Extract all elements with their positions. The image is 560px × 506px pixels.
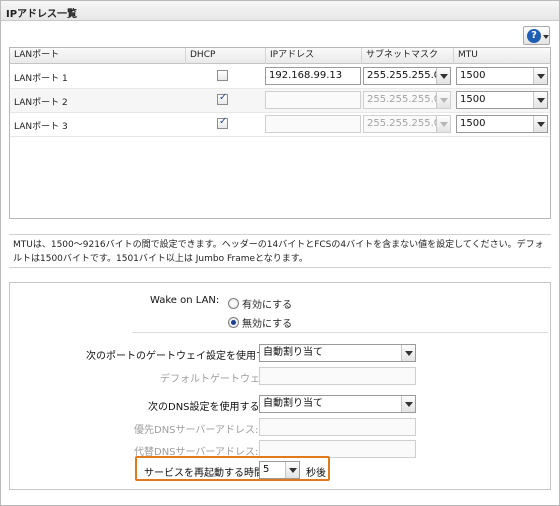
port-name: LANポート 3 [14, 122, 68, 132]
question-icon: ? [527, 29, 541, 43]
mtu-value: 1500 [460, 118, 486, 129]
chevron-down-icon [533, 116, 547, 132]
mtu-select[interactable]: 1500 [456, 67, 548, 85]
mtu-note: MTUは、1500〜9216バイトの間で設定できます。ヘッダーの14バイトとFC… [9, 234, 551, 268]
dns-value: 自動割り当て [263, 398, 323, 409]
column-header-ip: IPアドレス [266, 48, 362, 64]
mtu-select[interactable]: 1500 [456, 115, 548, 133]
chevron-down-icon [436, 116, 450, 132]
default-gateway-label: デフォルトゲートウェイ: [160, 374, 274, 385]
column-header-mtu: MTU [458, 50, 478, 60]
dns-select[interactable]: 自動割り当て [259, 395, 416, 413]
column-header-subnet: サブネットマスク [362, 48, 454, 64]
subnet-select[interactable]: 255.255.255.0 [363, 115, 451, 133]
ip-address-input[interactable] [265, 115, 361, 133]
wol-enable-radio[interactable] [228, 298, 239, 309]
dhcp-checkbox[interactable] [217, 116, 228, 129]
table-row: LANポート 3 255.255.255.0 1500 [10, 113, 550, 137]
table-row: LANポート 1 192.168.99.13 255.255.255.0 150… [10, 65, 550, 89]
panel-title: IPアドレス一覧 [6, 9, 78, 20]
ip-address-input[interactable] [265, 91, 361, 109]
mtu-value: 1500 [460, 94, 486, 105]
chevron-down-icon [543, 35, 549, 39]
subnet-value: 255.255.255.0 [367, 94, 441, 105]
subnet-value: 255.255.255.0 [367, 70, 441, 81]
port-name: LANポート 1 [14, 74, 68, 84]
highlight-box [135, 456, 330, 481]
dhcp-checkbox[interactable] [217, 70, 228, 81]
column-header-dhcp: DHCP [186, 48, 266, 64]
panel-titlebar: IPアドレス一覧 [1, 1, 559, 21]
table-row: LANポート 2 255.255.255.0 1500 [10, 89, 550, 113]
subnet-select[interactable]: 255.255.255.0 [363, 91, 451, 109]
subnet-select[interactable]: 255.255.255.0 [363, 67, 451, 85]
ip-address-input[interactable]: 192.168.99.13 [265, 67, 361, 85]
wol-disable-radio[interactable] [228, 317, 239, 328]
chevron-down-icon [401, 396, 415, 412]
dns-label: 次のDNS設定を使用する: [148, 402, 263, 413]
dhcp-checkbox[interactable] [217, 92, 228, 105]
chevron-down-icon [436, 68, 450, 84]
default-gateway-input[interactable] [259, 367, 416, 385]
divider [132, 332, 548, 333]
chevron-down-icon [436, 92, 450, 108]
chevron-down-icon [533, 68, 547, 84]
chevron-down-icon [533, 92, 547, 108]
subnet-value: 255.255.255.0 [367, 118, 441, 129]
ip-address-panel: IPアドレス一覧 ? LANポート DHCP IPアドレス サブネットマスク M… [0, 0, 560, 506]
primary-dns-label: 優先DNSサーバーアドレス: [134, 425, 259, 436]
wol-enable-label[interactable]: 有効にする [242, 296, 292, 311]
column-header-port: LANポート [10, 48, 186, 64]
primary-dns-input[interactable] [259, 418, 416, 436]
mtu-select[interactable]: 1500 [456, 91, 548, 109]
chevron-down-icon [401, 345, 415, 361]
port-name: LANポート 2 [14, 98, 68, 108]
wol-label: Wake on LAN: [150, 295, 220, 306]
help-button[interactable]: ? [523, 26, 550, 45]
wol-disable-label[interactable]: 無効にする [242, 315, 292, 330]
mtu-value: 1500 [460, 70, 486, 81]
gateway-label: 次のポートのゲートウェイ設定を使用する: [86, 351, 280, 362]
gateway-select[interactable]: 自動割り当て [259, 344, 416, 362]
table-header: LANポート DHCP IPアドレス サブネットマスク MTU [10, 48, 550, 64]
gateway-value: 自動割り当て [263, 347, 323, 358]
port-table: LANポート DHCP IPアドレス サブネットマスク MTU LANポート 1… [9, 47, 551, 219]
